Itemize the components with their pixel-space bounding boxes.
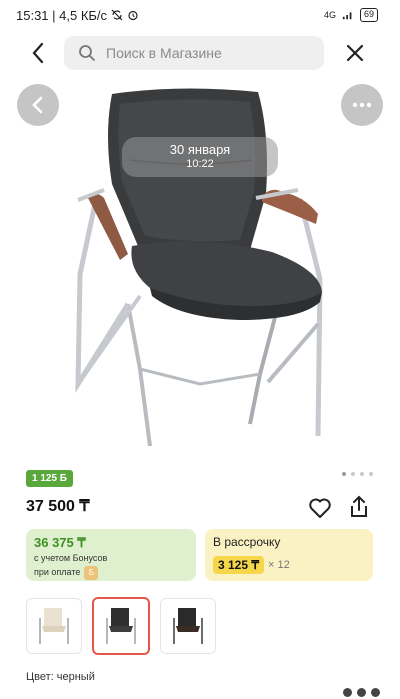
color-label: Цвет: черный — [26, 671, 95, 683]
variant-thumb-beige[interactable] — [26, 598, 82, 654]
network-label: 4G — [323, 10, 336, 20]
chevron-left-icon — [32, 96, 43, 114]
signal-icon — [342, 12, 352, 20]
more-dots-icon — [352, 102, 372, 108]
screenshot-date-pill: 30 января 10:22 — [122, 137, 278, 177]
alarm-icon — [128, 10, 138, 21]
status-time-speed: 15:31 | 4,5 КБ/с — [16, 7, 108, 23]
installment-card[interactable]: В рассрочку 3 125 ₸ × 12 — [205, 529, 373, 581]
indicator-dot — [343, 688, 352, 697]
chair-image — [75, 88, 323, 447]
installment-amount: 3 125 ₸ — [213, 556, 264, 574]
indicator-dot — [357, 688, 366, 697]
variant-thumb-black-brown[interactable] — [160, 598, 216, 654]
status-bar: 15:31 | 4,5 КБ/с 4G 69 — [0, 0, 400, 30]
search-header — [0, 34, 400, 74]
product-gallery[interactable]: 30 января 10:22 — [0, 74, 400, 466]
back-arrow-icon[interactable] — [26, 40, 52, 66]
product-price: 37 500 ₸ — [26, 498, 90, 515]
time-text: 10:22 — [186, 158, 214, 170]
close-icon[interactable] — [342, 40, 368, 66]
chair-thumb-icon — [106, 608, 136, 644]
share-icon[interactable] — [348, 495, 370, 519]
gallery-more-button[interactable] — [341, 84, 383, 126]
variant-thumbnails — [26, 597, 216, 655]
chair-thumb-icon — [173, 608, 203, 644]
installment-row: 3 125 ₸ × 12 — [213, 556, 365, 574]
sync-off-icon — [111, 9, 123, 21]
bottom-indicator — [343, 688, 380, 697]
pagination-dot[interactable] — [369, 472, 373, 476]
date-text: 30 января — [169, 142, 231, 157]
bonus-note-line2-wrap: при оплате Б — [34, 565, 188, 580]
status-left: 15:31 | 4,5 КБ/с — [16, 8, 139, 23]
indicator-dot — [371, 688, 380, 697]
bonus-note-line2: при оплате — [34, 567, 81, 577]
installment-title: В рассрочку — [213, 535, 281, 549]
pagination-dot[interactable] — [351, 472, 355, 476]
search-box[interactable] — [64, 36, 324, 70]
variant-thumb-black[interactable] — [92, 597, 150, 655]
bonus-badge: 1 125 Б — [26, 470, 73, 487]
bonus-price-amount: 36 375 ₸ — [34, 535, 86, 550]
bonus-coin-icon: Б — [84, 565, 99, 580]
pagination-dot[interactable] — [360, 472, 364, 476]
bonus-note-line1: с учетом Бонусов — [34, 553, 108, 563]
favorite-heart-icon[interactable] — [308, 497, 332, 519]
search-icon — [79, 45, 95, 61]
bonus-price-card[interactable]: 36 375 ₸ с учетом Бонусов при оплате Б — [26, 529, 196, 581]
status-right: 4G 69 — [324, 8, 378, 22]
battery-indicator: 69 — [359, 8, 378, 22]
chair-thumb-icon — [39, 608, 69, 644]
pagination-dot[interactable] — [342, 472, 346, 476]
search-input[interactable] — [106, 45, 306, 61]
gallery-back-button[interactable] — [17, 84, 59, 126]
installment-multiplier: × 12 — [268, 559, 290, 571]
gallery-pagination — [342, 472, 373, 476]
